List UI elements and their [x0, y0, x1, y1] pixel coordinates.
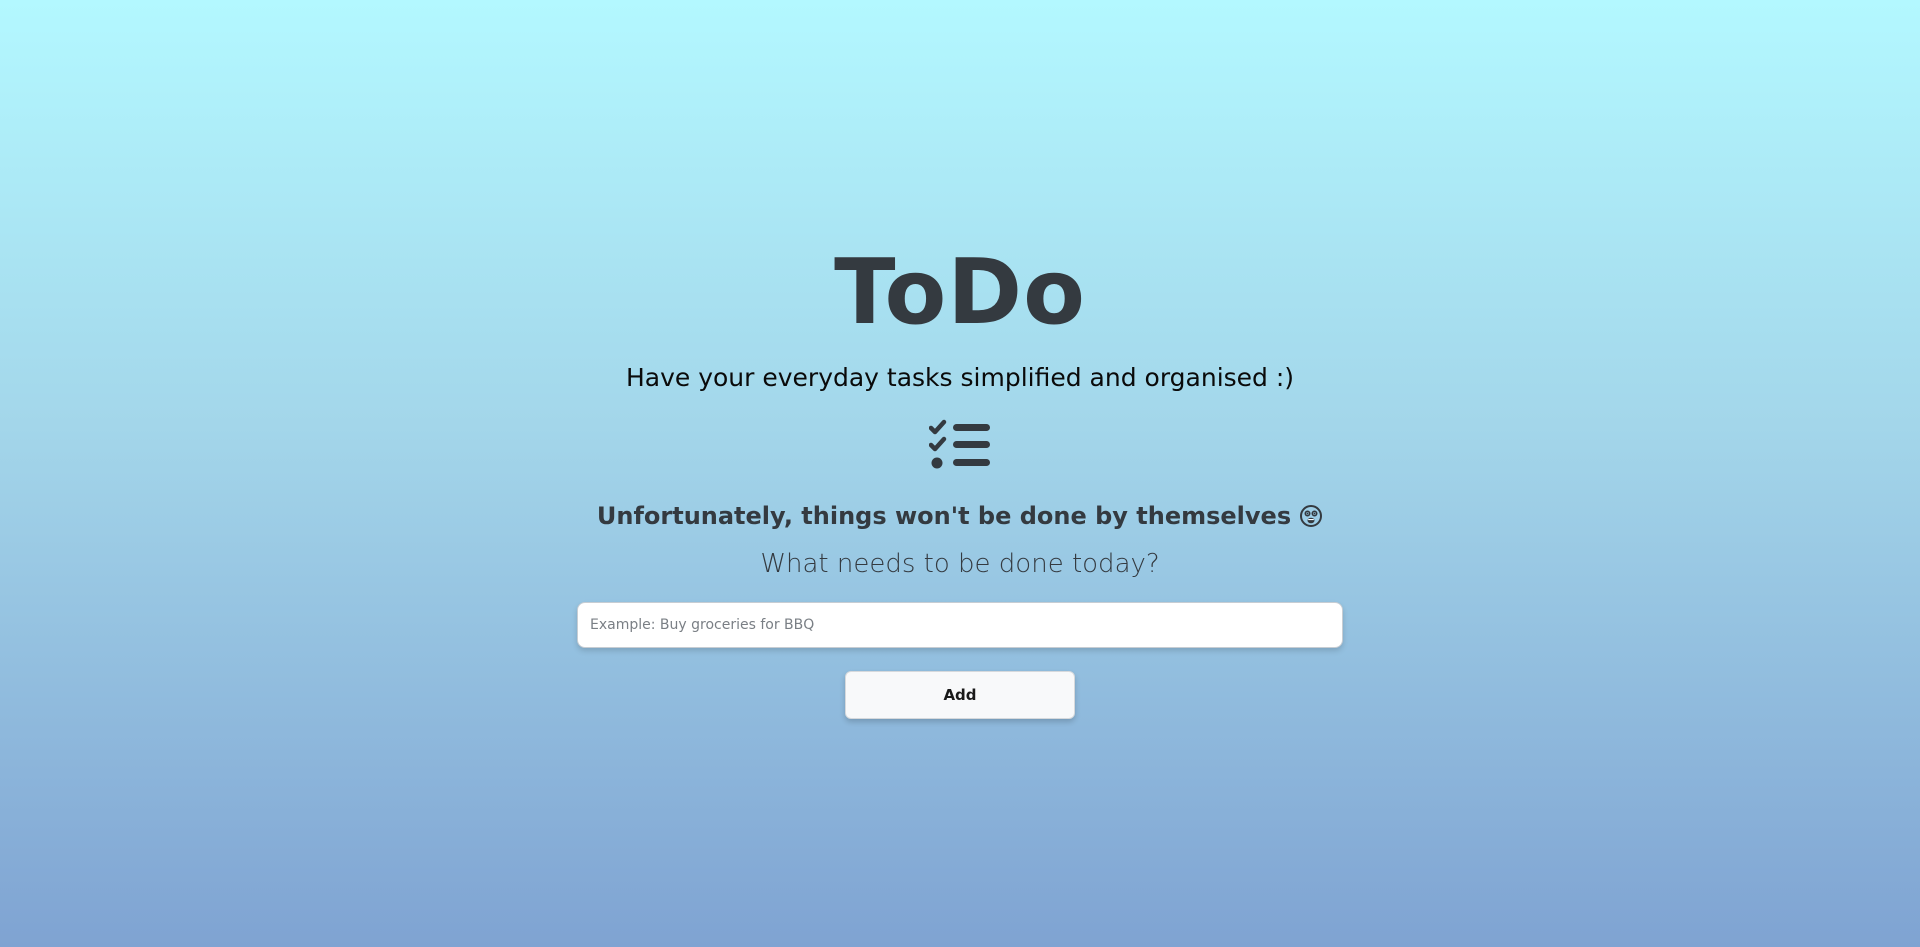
app-title: ToDo: [834, 240, 1086, 345]
motivation-text: Unfortunately, things won't be done by t…: [597, 501, 1323, 531]
astonished-face-icon: [1299, 504, 1323, 528]
motivation-label: Unfortunately, things won't be done by t…: [596, 502, 1292, 530]
task-prompt: What needs to be done today?: [760, 549, 1160, 579]
app-subtitle: Have your everyday tasks simplified and …: [625, 363, 1295, 392]
tasks-list-icon: [929, 419, 991, 471]
todo-app: ToDo Have your everyday tasks simplified…: [0, 0, 1920, 947]
add-button[interactable]: Add: [845, 671, 1075, 719]
task-input[interactable]: [577, 602, 1343, 648]
